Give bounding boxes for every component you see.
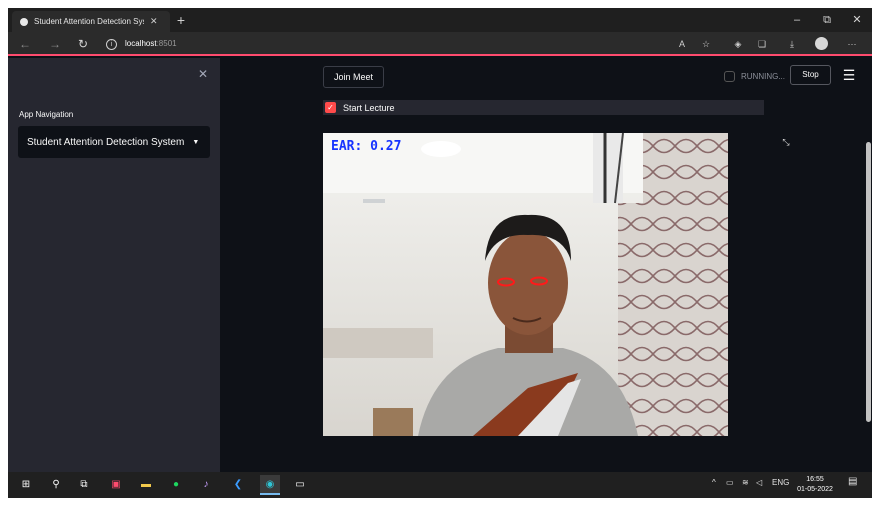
scrollbar-thumb[interactable] [866,142,871,422]
vscode-icon[interactable]: ❮ [228,475,248,495]
back-arrow-icon[interactable]: ← [16,35,34,53]
terminal-icon[interactable]: ▭ [290,475,310,495]
ceiling-light [421,141,461,157]
url-field[interactable]: i localhost :8501 [106,36,177,52]
running-status: RUNNING... [724,68,785,84]
hamburger-menu-icon[interactable]: ☰ [841,66,857,84]
extensions-icon[interactable]: ◈ [730,36,746,52]
new-tab-button[interactable]: + [172,11,190,29]
fullscreen-icon[interactable]: ⤡ [780,136,792,148]
volume-icon[interactable]: ◁ [756,478,762,487]
windows-start-icon[interactable]: ⊞ [16,475,36,495]
wall-vent [363,199,385,203]
furniture [373,408,413,436]
wall-ledge [323,328,433,358]
tab-close-icon[interactable]: ✕ [150,16,158,27]
more-menu-icon[interactable]: ··· [844,36,860,52]
task-view-icon[interactable]: ⧉ [74,475,94,495]
tray-chevron-up-icon[interactable]: ^ [712,478,716,487]
address-bar: ← → ↻ i localhost :8501 A ☆ ◈ ❏ ⤓ ··· [8,32,872,56]
info-icon[interactable]: i [106,38,117,50]
face [488,231,568,335]
url-port: :8501 [156,39,177,48]
stop-button[interactable]: Stop [790,65,831,85]
running-icon [724,70,735,82]
browser-tab[interactable]: Student Attention Detection Sys ✕ [12,11,170,32]
tab-title: Student Attention Detection Sys [34,17,144,26]
running-status-text: RUNNING... [741,71,785,81]
browser-tab-bar: Student Attention Detection Sys ✕ + – ⧉ … [8,8,872,32]
screen: Student Attention Detection Sys ✕ + – ⧉ … [8,8,872,498]
ear-readout: EAR: 0.27 [331,139,402,154]
downloads-icon[interactable]: ⤓ [784,36,800,52]
app-navigation-label: App Navigation [19,110,74,119]
battery-icon[interactable]: ▭ [726,478,734,487]
wifi-icon[interactable]: ≋ [742,478,749,487]
start-lecture-checkbox[interactable]: ✓ Start Lecture [323,100,764,115]
language-indicator[interactable]: ENG [772,478,789,487]
spotify-icon[interactable]: ● [166,475,186,495]
restore-button[interactable]: ⧉ [814,11,840,29]
chevron-down-icon: ▼ [192,138,200,146]
profile-avatar[interactable] [815,37,828,50]
minimize-button[interactable]: – [784,11,810,29]
streamlit-favicon-icon [20,17,28,26]
select-value: Student Attention Detection System [27,136,185,148]
clock-date: 01-05-2022 [797,486,833,493]
app-navigation-select[interactable]: Student Attention Detection System ▼ [18,126,210,158]
window-close-button[interactable]: ✕ [844,11,870,29]
start-lecture-label: Start Lecture [343,102,395,113]
join-meet-button[interactable]: Join Meet [323,66,384,88]
refresh-icon[interactable]: ↻ [74,35,92,53]
forward-arrow-icon[interactable]: → [46,35,64,53]
edge-browser-icon[interactable]: ◉ [260,475,280,495]
file-explorer-icon[interactable]: ▬ [136,475,156,495]
url-host: localhost [125,39,157,48]
webcam-scene [323,133,728,436]
webcam-video-frame: EAR: 0.27 [323,133,728,436]
music-app-icon[interactable]: ♪ [196,475,216,495]
system-clock[interactable]: 16:55 01-05-2022 [794,475,836,495]
read-aloud-icon[interactable]: A [674,36,690,52]
sidebar-close-icon[interactable]: ✕ [196,67,210,81]
main-content: Join Meet RUNNING... Stop ☰ ✓ Start Lect… [220,58,872,472]
windows-taskbar: ⊞ ⚲ ⧉ ▣ ▬ ● ♪ ❮ ◉ ▭ ^ ▭ ≋ ◁ ENG 16:55 01… [8,472,872,498]
collections-icon[interactable]: ❏ [754,36,770,52]
clock-time: 16:55 [806,476,824,483]
pdf-app-icon[interactable]: ▣ [106,475,126,495]
favorites-icon[interactable]: ☆ [698,36,714,52]
checkbox-checked-icon[interactable]: ✓ [325,102,336,113]
sidebar: ✕ App Navigation Student Attention Detec… [8,58,220,472]
curtain [618,203,728,436]
notifications-icon[interactable]: ▤ [848,476,857,487]
search-icon[interactable]: ⚲ [46,475,66,495]
